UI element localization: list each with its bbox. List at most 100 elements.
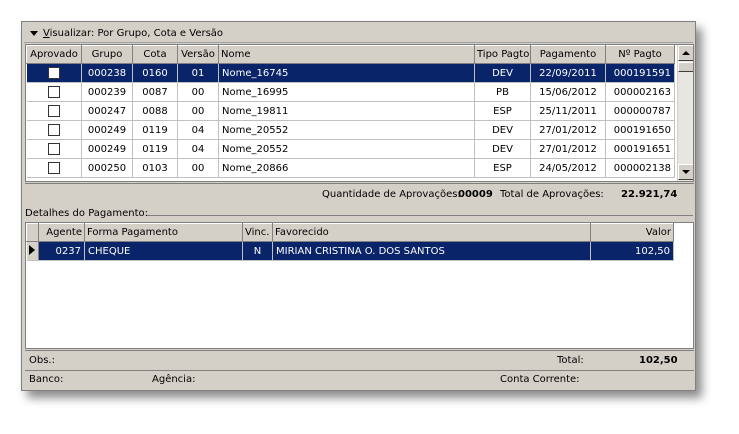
cell-agente: 0237 bbox=[38, 241, 85, 261]
col-header-tipo[interactable]: Tipo Pagto bbox=[474, 45, 531, 64]
cell-pagamento: 25/11/2011 bbox=[530, 101, 606, 121]
cell-pagamento: 27/01/2012 bbox=[530, 139, 606, 159]
arrow-down-icon bbox=[682, 170, 690, 174]
cell-numero: 000191650 bbox=[605, 120, 675, 140]
cell-tipo: PB bbox=[474, 82, 531, 102]
cell-nome: Nome_16745 bbox=[218, 63, 475, 83]
approve-checkbox[interactable] bbox=[47, 143, 60, 155]
cell-valor: 102,50 bbox=[590, 241, 674, 261]
cell-tipo: ESP bbox=[474, 158, 531, 178]
cell-nome: Nome_19811 bbox=[218, 101, 475, 121]
cell-cota: 0087 bbox=[132, 82, 178, 102]
details-grid: Agente Forma Pagamento Vinc. Favorecido … bbox=[25, 222, 694, 349]
cell-grupo: 000239 bbox=[81, 82, 133, 102]
col-header-cota[interactable]: Cota bbox=[132, 45, 178, 64]
banco-label: Banco: bbox=[29, 374, 64, 385]
dropdown-arrow-icon[interactable] bbox=[30, 30, 38, 36]
col-header-valor[interactable]: Valor bbox=[590, 223, 674, 242]
vertical-scrollbar[interactable] bbox=[677, 45, 693, 181]
table-row[interactable]: 000238 0160 01 Nome_16745 DEV 22/09/2011… bbox=[26, 63, 675, 83]
cell-grupo: 000249 bbox=[81, 120, 133, 140]
payments-grid: Aprovado Grupo Cota Versão Nome Tipo Pag… bbox=[25, 44, 694, 182]
cell-cota: 0088 bbox=[132, 101, 178, 121]
cell-numero: 000191591 bbox=[605, 63, 675, 83]
table-row[interactable]: 000250 0103 00 Nome_20866 ESP 24/05/2012… bbox=[26, 158, 675, 178]
cell-grupo: 000247 bbox=[81, 101, 133, 121]
details-total-label: Total: bbox=[557, 355, 584, 366]
approve-checkbox[interactable] bbox=[47, 86, 60, 98]
cell-nome: Nome_20552 bbox=[218, 120, 475, 140]
cell-tipo: ESP bbox=[474, 101, 531, 121]
details-section-label: Detalhes do Pagamento: bbox=[25, 208, 149, 219]
scroll-down-button[interactable] bbox=[678, 164, 693, 180]
cell-tipo: DEV bbox=[474, 120, 531, 140]
approve-checkbox[interactable] bbox=[47, 162, 60, 174]
approvals-total-label: Total de Aprovações: bbox=[500, 189, 604, 200]
cell-versao: 00 bbox=[177, 82, 219, 102]
cell-pagamento: 15/06/2012 bbox=[530, 82, 606, 102]
group-view-selector[interactable]: Visualizar: Por Grupo, Cota e Versão bbox=[24, 24, 693, 43]
conta-corrente-label: Conta Corrente: bbox=[500, 374, 580, 385]
row-indicator bbox=[26, 241, 39, 261]
table-row[interactable]: 000239 0087 00 Nome_16995 PB 15/06/2012 … bbox=[26, 82, 675, 102]
cell-cota: 0119 bbox=[132, 120, 178, 140]
approvals-total-value: 22.921,74 bbox=[621, 189, 678, 200]
section-divider bbox=[147, 215, 693, 216]
col-header-favorecido[interactable]: Favorecido bbox=[272, 223, 591, 242]
cell-versao: 04 bbox=[177, 120, 219, 140]
payment-approval-window: Visualizar: Por Grupo, Cota e Versão Apr… bbox=[21, 21, 696, 391]
approvals-count-value: 00009 bbox=[458, 189, 493, 200]
cell-vinc: N bbox=[242, 241, 273, 261]
obs-label: Obs.: bbox=[29, 355, 55, 366]
scroll-thumb[interactable] bbox=[678, 62, 693, 72]
approve-checkbox[interactable] bbox=[47, 67, 60, 79]
cell-nome: Nome_20866 bbox=[218, 158, 475, 178]
approvals-count-label: Quantidade de Aprovações: bbox=[322, 189, 461, 200]
bank-info-bar: Banco: Agência: Conta Corrente: bbox=[25, 370, 694, 389]
col-header-numero[interactable]: Nº Pagto bbox=[605, 45, 675, 64]
table-row[interactable]: 0237 CHEQUE N MIRIAN CRISTINA O. DOS SAN… bbox=[26, 241, 674, 261]
col-header-pagamento[interactable]: Pagamento bbox=[530, 45, 606, 64]
col-header-grupo[interactable]: Grupo bbox=[81, 45, 133, 64]
col-header-forma[interactable]: Forma Pagamento bbox=[84, 223, 243, 242]
cell-pagamento: 27/01/2012 bbox=[530, 120, 606, 140]
cell-pagamento: 22/09/2011 bbox=[530, 63, 606, 83]
table-row[interactable]: 000249 0119 04 Nome_20552 DEV 27/01/2012… bbox=[26, 139, 675, 159]
cell-numero: 000191651 bbox=[605, 139, 675, 159]
payments-header-row: Aprovado Grupo Cota Versão Nome Tipo Pag… bbox=[26, 45, 675, 64]
cell-favorecido: MIRIAN CRISTINA O. DOS SANTOS bbox=[272, 241, 591, 261]
cell-versao: 04 bbox=[177, 139, 219, 159]
table-row[interactable]: 000249 0119 04 Nome_20552 DEV 27/01/2012… bbox=[26, 120, 675, 140]
approve-checkbox[interactable] bbox=[47, 124, 60, 136]
col-header-aprovado[interactable]: Aprovado bbox=[26, 45, 82, 64]
row-indicator-header bbox=[26, 223, 39, 242]
cell-pagamento: 24/05/2012 bbox=[530, 158, 606, 178]
cell-tipo: DEV bbox=[474, 139, 531, 159]
observations-bar: Obs.: Total: 102,50 bbox=[25, 350, 694, 370]
cell-numero: 000002138 bbox=[605, 158, 675, 178]
col-header-versao[interactable]: Versão bbox=[177, 45, 219, 64]
group-view-label: Visualizar: Por Grupo, Cota e Versão bbox=[43, 27, 224, 39]
details-table: Agente Forma Pagamento Vinc. Favorecido … bbox=[26, 223, 674, 261]
cell-numero: 000002163 bbox=[605, 82, 675, 102]
col-header-nome[interactable]: Nome bbox=[218, 45, 475, 64]
cell-forma: CHEQUE bbox=[84, 241, 243, 261]
arrow-up-icon bbox=[682, 51, 690, 55]
current-row-icon bbox=[29, 244, 36, 255]
cell-tipo: DEV bbox=[474, 63, 531, 83]
approvals-summary-bar: Quantidade de Aprovações: 00009 Total de… bbox=[25, 183, 694, 204]
col-header-agente[interactable]: Agente bbox=[38, 223, 85, 242]
scroll-up-button[interactable] bbox=[678, 45, 693, 61]
agencia-label: Agência: bbox=[152, 374, 196, 385]
details-total-value: 102,50 bbox=[639, 355, 678, 366]
table-row[interactable]: 000247 0088 00 Nome_19811 ESP 25/11/2011… bbox=[26, 101, 675, 121]
cell-versao: 01 bbox=[177, 63, 219, 83]
col-header-vinc[interactable]: Vinc. bbox=[242, 223, 273, 242]
cell-cota: 0160 bbox=[132, 63, 178, 83]
cell-cota: 0103 bbox=[132, 158, 178, 178]
cell-grupo: 000238 bbox=[81, 63, 133, 83]
cell-nome: Nome_16995 bbox=[218, 82, 475, 102]
cell-versao: 00 bbox=[177, 158, 219, 178]
details-header-row: Agente Forma Pagamento Vinc. Favorecido … bbox=[26, 223, 674, 242]
approve-checkbox[interactable] bbox=[47, 105, 60, 117]
